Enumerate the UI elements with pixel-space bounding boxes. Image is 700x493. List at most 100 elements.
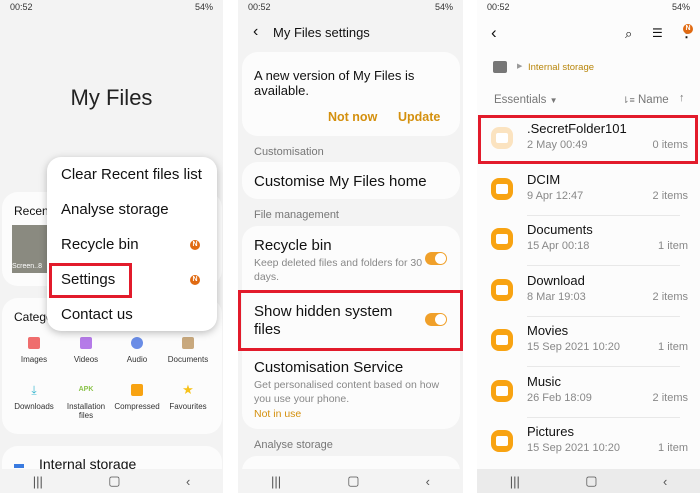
folder-name: Download (527, 273, 585, 288)
not-now-button[interactable]: Not now (328, 110, 377, 124)
caret-down-icon: ▼ (549, 96, 558, 105)
star-icon: ★ (182, 382, 194, 397)
back-button[interactable]: ‹ (663, 474, 667, 489)
recents-button[interactable]: ||| (33, 474, 43, 489)
folder-row[interactable]: Download 8 Mar 19:03 2 items (477, 267, 700, 317)
folder-row[interactable]: Music 26 Feb 18:09 2 items (477, 368, 700, 418)
settings-screen: 00:52 54% ‹ My Files settings A new versi… (238, 0, 463, 493)
folder-date: 15 Sep 2021 10:20 (527, 442, 620, 454)
nav-bar: ||| ▢ ‹ (477, 469, 700, 493)
status-time: 00:52 (10, 2, 33, 12)
customise-home-label: Customise My Files home (254, 173, 427, 190)
back-arrow-icon[interactable]: ‹ (491, 23, 497, 43)
folder-name: Pictures (527, 424, 574, 439)
folder-icon (491, 380, 513, 402)
folder-date: 9 Apr 12:47 (527, 190, 584, 202)
search-icon[interactable]: ⌕ (625, 26, 632, 42)
update-message: A new version of My Files is available. (254, 68, 415, 98)
menu-analyse-storage[interactable]: Analyse storage (61, 201, 169, 218)
sort-direction-icon[interactable]: ↑ (679, 92, 685, 104)
overflow-menu: Clear Recent files list Analyse storage … (47, 157, 217, 331)
status-bar: 00:52 54% (10, 2, 213, 12)
category-installation-files[interactable]: APK Installation files (60, 384, 112, 420)
folder-date: 15 Apr 00:18 (527, 240, 590, 252)
home-button[interactable]: ▢ (585, 473, 597, 489)
folder-date: 26 Feb 18:09 (527, 392, 592, 404)
section-customisation: Customisation (254, 146, 324, 158)
status-time: 00:52 (248, 2, 271, 12)
folder-row[interactable]: DCIM 9 Apr 12:47 2 items (477, 166, 700, 216)
folder-icon (491, 279, 513, 301)
back-button[interactable]: ‹ (186, 474, 190, 489)
page-title: My Files (70, 85, 153, 110)
filter-dropdown[interactable]: Essentials ▼ (494, 94, 558, 106)
customisation-service-label[interactable]: Customisation Service (254, 359, 403, 376)
recycle-bin-toggle[interactable] (425, 252, 447, 265)
category-label: Compressed (114, 402, 160, 411)
recycle-bin-label: Recycle bin (254, 237, 332, 254)
folder-row[interactable]: Movies 15 Sep 2021 10:20 1 item (477, 317, 700, 367)
customisation-service-status: Not in use (254, 408, 302, 420)
sort-button[interactable]: ⇂≡ Name (622, 94, 669, 106)
recent-thumbnail[interactable]: Screen..8 (12, 225, 52, 273)
nav-bar: ||| ▢ ‹ (0, 469, 223, 493)
customisation-service-description: Get personalised content based on how yo… (254, 379, 440, 405)
home-folder-icon[interactable] (493, 61, 507, 73)
folder-date: 15 Sep 2021 10:20 (527, 341, 620, 353)
category-label: Downloads (14, 402, 54, 411)
battery-level: 54% (194, 2, 213, 12)
category-favourites[interactable]: ★ Favourites (162, 382, 214, 411)
category-images[interactable]: Images (8, 337, 60, 364)
folder-name: Music (527, 374, 561, 389)
recents-button[interactable]: ||| (510, 474, 520, 489)
divider (527, 265, 680, 266)
new-badge: N (190, 275, 200, 285)
status-bar: 00:52 54% (487, 2, 690, 12)
folder-count: 2 items (652, 291, 688, 303)
category-label: Documents (167, 355, 209, 364)
folder-icon (491, 329, 513, 351)
customise-home-item[interactable]: Customise My Files home (242, 162, 460, 199)
update-button[interactable]: Update (398, 110, 440, 124)
recents-button[interactable]: ||| (271, 474, 281, 489)
back-button[interactable]: ‹ (426, 474, 430, 489)
folder-count: 1 item (658, 341, 688, 353)
zip-folder-icon (131, 384, 143, 396)
new-badge: N (683, 24, 693, 34)
category-documents[interactable]: Documents (162, 337, 214, 364)
list-view-icon[interactable]: ☰ (652, 26, 663, 40)
sort-icon: ⇂≡ (622, 95, 635, 105)
home-screen: 00:52 54% My Files Recent Screen..8 Categ… (0, 0, 223, 493)
folder-name: DCIM (527, 172, 561, 187)
folder-icon (491, 178, 513, 200)
status-time: 00:52 (487, 2, 510, 12)
breadcrumb[interactable]: Internal storage (528, 62, 594, 73)
home-button[interactable]: ▢ (108, 473, 120, 489)
menu-clear-recent[interactable]: Clear Recent files list (61, 166, 202, 183)
highlight-box (478, 115, 698, 164)
download-icon: ⤓ (31, 383, 37, 397)
category-label: Installation files (66, 402, 106, 420)
category-label: Videos (73, 355, 99, 364)
thumb-label: Screen..8 (12, 263, 42, 270)
category-audio[interactable]: Audio (111, 337, 163, 364)
document-icon (182, 337, 194, 349)
category-compressed[interactable]: Compressed (111, 384, 163, 411)
storage-icon (14, 464, 24, 468)
category-label: Favourites (169, 402, 207, 411)
menu-contact-us[interactable]: Contact us (61, 306, 133, 323)
highlight-box (49, 263, 132, 298)
category-label: Audio (126, 355, 148, 364)
menu-recycle-bin[interactable]: Recycle bin (61, 236, 139, 253)
highlight-box (238, 290, 463, 351)
folder-row[interactable]: Pictures 15 Sep 2021 10:20 1 item (477, 418, 700, 468)
back-arrow-icon[interactable]: ‹ (253, 23, 258, 41)
category-videos[interactable]: Videos (60, 337, 112, 364)
folder-date: 8 Mar 19:03 (527, 291, 586, 303)
folder-row[interactable]: Documents 15 Apr 00:18 1 item (477, 216, 700, 266)
folder-count: 1 item (658, 442, 688, 454)
battery-level: 54% (671, 2, 690, 12)
nav-bar: ||| ▢ ‹ (238, 469, 463, 493)
category-downloads[interactable]: ⤓ Downloads (8, 384, 60, 411)
home-button[interactable]: ▢ (347, 473, 359, 489)
